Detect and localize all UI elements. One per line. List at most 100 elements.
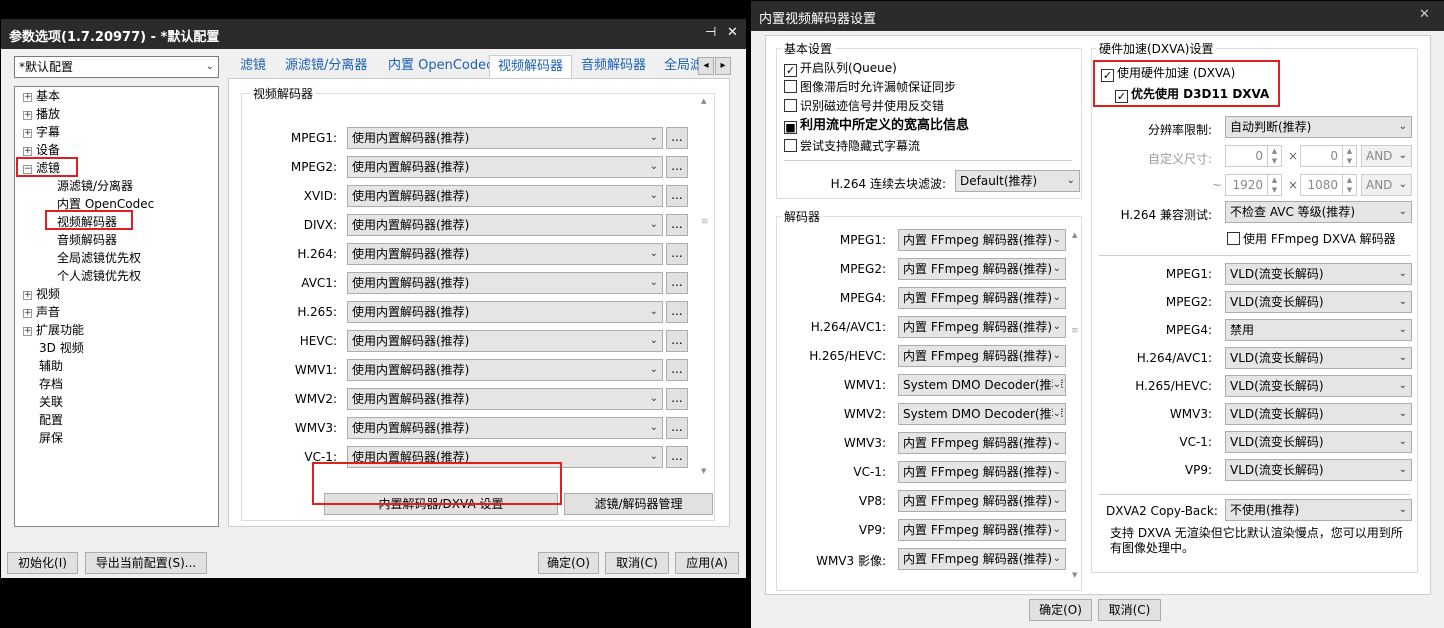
tree-item[interactable]: 3D 视频: [39, 340, 84, 356]
hw-codec-select[interactable]: VLD(流变长解码) ⌄: [1225, 291, 1412, 313]
tree-item[interactable]: + 播放: [23, 106, 60, 122]
codec-select[interactable]: 使用内置解码器(推荐) ⌄: [347, 417, 663, 439]
min-height-spin[interactable]: 0 ▲ ▼: [1300, 145, 1357, 167]
codec-select[interactable]: 使用内置解码器(推荐) ⌄: [347, 243, 663, 265]
codec-config-button[interactable]: ...: [666, 301, 688, 323]
hw-codec-select[interactable]: 禁用 ⌄: [1225, 319, 1412, 341]
basic-checkbox[interactable]: ✓ 开启队列(Queue): [784, 61, 897, 77]
tree-item[interactable]: 配置: [39, 412, 63, 428]
codec-config-button[interactable]: ...: [666, 156, 688, 178]
codec-config-button[interactable]: ...: [666, 388, 688, 410]
codec-config-button[interactable]: ...: [666, 243, 688, 265]
tree-item[interactable]: + 设备: [23, 142, 60, 158]
tab-prev-button[interactable]: ◂: [698, 57, 714, 75]
max-width-spin[interactable]: 1920 ▲ ▼: [1225, 174, 1282, 196]
codec-select[interactable]: 使用内置解码器(推荐) ⌄: [347, 359, 663, 381]
codec-select[interactable]: 使用内置解码器(推荐) ⌄: [347, 330, 663, 352]
hw-codec-select[interactable]: VLD(流变长解码) ⌄: [1225, 347, 1412, 369]
tab-video-decoder[interactable]: 视频解码器: [489, 55, 573, 79]
deblock-select[interactable]: Default(推荐) ⌄: [955, 170, 1080, 192]
tab-filter[interactable]: 滤镜: [240, 55, 266, 79]
tree-item[interactable]: + 声音: [23, 304, 60, 320]
close-icon[interactable]: ✕: [727, 25, 738, 40]
tree-item[interactable]: 关联: [39, 394, 63, 410]
codec-config-button[interactable]: ...: [666, 185, 688, 207]
basic-checkbox[interactable]: ■ 利用流中所定义的宽高比信息: [784, 119, 969, 134]
tree-item[interactable]: + 视频: [23, 286, 60, 302]
decoder-select[interactable]: 内置 FFmpeg 解码器(推荐) ⌄: [898, 548, 1066, 570]
decoder-select[interactable]: 内置 FFmpeg 解码器(推荐) ⌄: [898, 461, 1066, 483]
hw-codec-select[interactable]: VLD(流变长解码) ⌄: [1225, 375, 1412, 397]
expand-icon[interactable]: +: [23, 291, 32, 300]
expand-icon[interactable]: +: [23, 129, 32, 138]
ffmpeg-dxva-checkbox[interactable]: 使用 FFmpeg DXVA 解码器: [1227, 232, 1396, 246]
resolution-select[interactable]: 自动判断(推荐) ⌄: [1225, 116, 1412, 138]
hw-codec-select[interactable]: VLD(流变长解码) ⌄: [1225, 431, 1412, 453]
codec-config-button[interactable]: ...: [666, 330, 688, 352]
tab-next-button[interactable]: ▸: [715, 57, 731, 75]
codec-select[interactable]: 使用内置解码器(推荐) ⌄: [347, 185, 663, 207]
codec-config-button[interactable]: ...: [666, 359, 688, 381]
min-width-spin[interactable]: 0 ▲ ▼: [1225, 145, 1282, 167]
decoder-select[interactable]: 内置 FFmpeg 解码器(推荐) ⌄: [898, 229, 1066, 251]
codec-config-button[interactable]: ...: [666, 446, 688, 468]
codec-select[interactable]: 使用内置解码器(推荐) ⌄: [347, 272, 663, 294]
decoder-ok-button[interactable]: 确定(O): [1029, 599, 1092, 621]
decoder-scrollbar[interactable]: ▲ ≡ ▼: [1071, 231, 1080, 586]
tree-item[interactable]: 全局滤镜优先权: [57, 250, 141, 266]
codec-config-button[interactable]: ...: [666, 214, 688, 236]
codec-config-button[interactable]: ...: [666, 127, 688, 149]
decoder-select[interactable]: 内置 FFmpeg 解码器(推荐) ⌄: [898, 287, 1066, 309]
codec-config-button[interactable]: ...: [666, 417, 688, 439]
tab-audio-decoder[interactable]: 音频解码器: [581, 55, 646, 79]
basic-checkbox[interactable]: 图像滞后时允许漏帧保证同步: [784, 80, 956, 94]
export-config-button[interactable]: 导出当前配置(S)...: [85, 552, 207, 574]
tree-item[interactable]: 源滤镜/分离器: [57, 178, 133, 194]
codec-select[interactable]: 使用内置解码器(推荐) ⌄: [347, 214, 663, 236]
basic-checkbox[interactable]: 尝试支持隐藏式字幕流: [784, 139, 920, 153]
apply-button[interactable]: 应用(A): [675, 552, 739, 574]
tree-item[interactable]: + 扩展功能: [23, 322, 84, 338]
decoder-select[interactable]: System DMO Decoder(推荐) ⌄: [898, 374, 1066, 396]
max-height-spin[interactable]: 1080 ▲ ▼: [1300, 174, 1357, 196]
decoder-select[interactable]: 内置 FFmpeg 解码器(推荐) ⌄: [898, 345, 1066, 367]
cancel-button[interactable]: 取消(C): [605, 552, 669, 574]
copyback-select[interactable]: 不使用(推荐) ⌄: [1225, 499, 1412, 521]
profile-select[interactable]: *默认配置 ⌄: [14, 56, 219, 78]
init-button[interactable]: 初始化(I): [7, 552, 78, 574]
expand-icon[interactable]: +: [23, 327, 32, 336]
decoder-select[interactable]: 内置 FFmpeg 解码器(推荐) ⌄: [898, 316, 1066, 338]
avc-test-select[interactable]: 不检查 AVC 等级(推荐) ⌄: [1225, 201, 1412, 223]
decoder-select[interactable]: System DMO Decoder(推荐) ⌄: [898, 403, 1066, 425]
decoder-select[interactable]: 内置 FFmpeg 解码器(推荐) ⌄: [898, 490, 1066, 512]
basic-checkbox[interactable]: 识别磁迹信号并使用反交错: [784, 99, 944, 113]
tree-item[interactable]: 音频解码器: [57, 232, 117, 248]
ok-button[interactable]: 确定(O): [538, 552, 599, 574]
tab-source-filter[interactable]: 源滤镜/分离器: [285, 55, 367, 79]
decoder-cancel-button[interactable]: 取消(C): [1098, 599, 1161, 621]
decoder-select[interactable]: 内置 FFmpeg 解码器(推荐) ⌄: [898, 432, 1066, 454]
tab-global-filter[interactable]: 全局滤: [664, 55, 698, 79]
tree-item[interactable]: + 基本: [23, 88, 60, 104]
codec-select[interactable]: 使用内置解码器(推荐) ⌄: [347, 301, 663, 323]
codec-select[interactable]: 使用内置解码器(推荐) ⌄: [347, 156, 663, 178]
and-select-2[interactable]: AND ⌄: [1361, 174, 1412, 196]
close-icon[interactable]: ✕: [1419, 7, 1430, 22]
tree-item[interactable]: 个人滤镜优先权: [57, 268, 141, 284]
hw-codec-select[interactable]: VLD(流变长解码) ⌄: [1225, 263, 1412, 285]
pin-icon[interactable]: ⊣: [705, 25, 716, 40]
expand-icon[interactable]: +: [23, 147, 32, 156]
expand-icon[interactable]: +: [23, 111, 32, 120]
decoder-select[interactable]: 内置 FFmpeg 解码器(推荐) ⌄: [898, 258, 1066, 280]
hw-codec-select[interactable]: VLD(流变长解码) ⌄: [1225, 403, 1412, 425]
expand-icon[interactable]: +: [23, 93, 32, 102]
codec-select[interactable]: 使用内置解码器(推荐) ⌄: [347, 127, 663, 149]
tree-item[interactable]: 屏保: [39, 430, 63, 446]
expand-icon[interactable]: +: [23, 309, 32, 318]
tree-item[interactable]: + 字幕: [23, 124, 60, 140]
and-select-1[interactable]: AND ⌄: [1361, 145, 1412, 167]
decoder-select[interactable]: 内置 FFmpeg 解码器(推荐) ⌄: [898, 519, 1066, 541]
codec-select[interactable]: 使用内置解码器(推荐) ⌄: [347, 388, 663, 410]
codec-config-button[interactable]: ...: [666, 272, 688, 294]
filter-manager-button[interactable]: 滤镜/解码器管理: [564, 493, 713, 515]
